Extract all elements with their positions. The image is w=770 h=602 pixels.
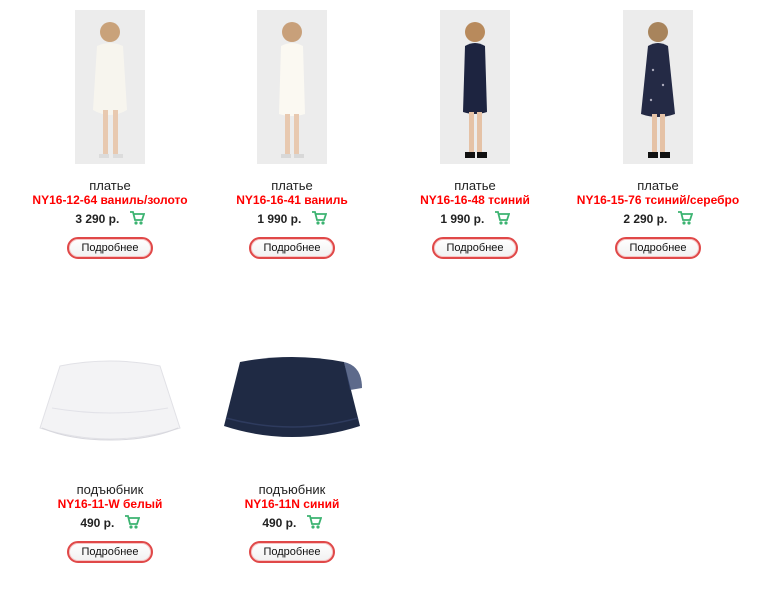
product-price: 490 р. [262,516,297,530]
details-button[interactable]: Подробнее [67,237,153,259]
product-photo[interactable] [257,10,327,164]
price-row: 1 990 р. [384,210,566,231]
details-button[interactable]: Подробнее [432,237,518,259]
product-photo[interactable] [30,348,190,468]
product-price: 3 290 р. [75,212,120,226]
product-sku[interactable]: NY16-12-64 ваниль/золото [19,193,201,208]
product-category: платье [637,178,679,193]
shopping-cart-icon[interactable] [306,514,322,535]
product-photo[interactable] [623,10,693,164]
shopping-cart-icon[interactable] [677,210,693,231]
product-price: 2 290 р. [623,212,668,226]
shopping-cart-icon[interactable] [129,210,145,231]
product-card: платье NY16-16-48 тсиний 1 990 р. Подроб… [384,10,566,259]
product-photo[interactable] [440,10,510,164]
product-card: подъюбник NY16-11N синий 490 р. Подробне… [201,348,383,563]
price-row: 490 р. [19,514,201,535]
price-row: 2 290 р. [567,210,749,231]
product-card: платье NY16-12-64 ваниль/золото 3 290 р.… [19,10,201,259]
product-price: 1 990 р. [257,212,302,226]
product-price: 1 990 р. [440,212,485,226]
details-button[interactable]: Подробнее [615,237,701,259]
product-category: платье [454,178,496,193]
product-sku[interactable]: NY16-11-W белый [19,497,201,512]
product-category: платье [89,178,131,193]
details-button[interactable]: Подробнее [67,541,153,563]
product-sku[interactable]: NY16-11N синий [201,497,383,512]
price-row: 490 р. [201,514,383,535]
product-photo[interactable] [75,10,145,164]
shopping-cart-icon[interactable] [311,210,327,231]
product-sku[interactable]: NY16-16-48 тсиний [384,193,566,208]
shopping-cart-icon[interactable] [124,514,140,535]
details-button[interactable]: Подробнее [249,237,335,259]
product-photo[interactable] [212,348,372,468]
product-card: платье NY16-16-41 ваниль 1 990 р. Подроб… [201,10,383,259]
product-category: платье [271,178,313,193]
product-sku[interactable]: NY16-16-41 ваниль [201,193,383,208]
product-category: подъюбник [258,482,326,497]
details-button[interactable]: Подробнее [249,541,335,563]
product-card: платье NY16-15-76 тсиний/серебро 2 290 р… [567,10,749,259]
product-category: подъюбник [76,482,144,497]
shopping-cart-icon[interactable] [494,210,510,231]
product-price: 490 р. [80,516,115,530]
price-row: 1 990 р. [201,210,383,231]
product-sku[interactable]: NY16-15-76 тсиний/серебро [567,193,749,208]
product-card: подъюбник NY16-11-W белый 490 р. Подробн… [19,348,201,563]
price-row: 3 290 р. [19,210,201,231]
